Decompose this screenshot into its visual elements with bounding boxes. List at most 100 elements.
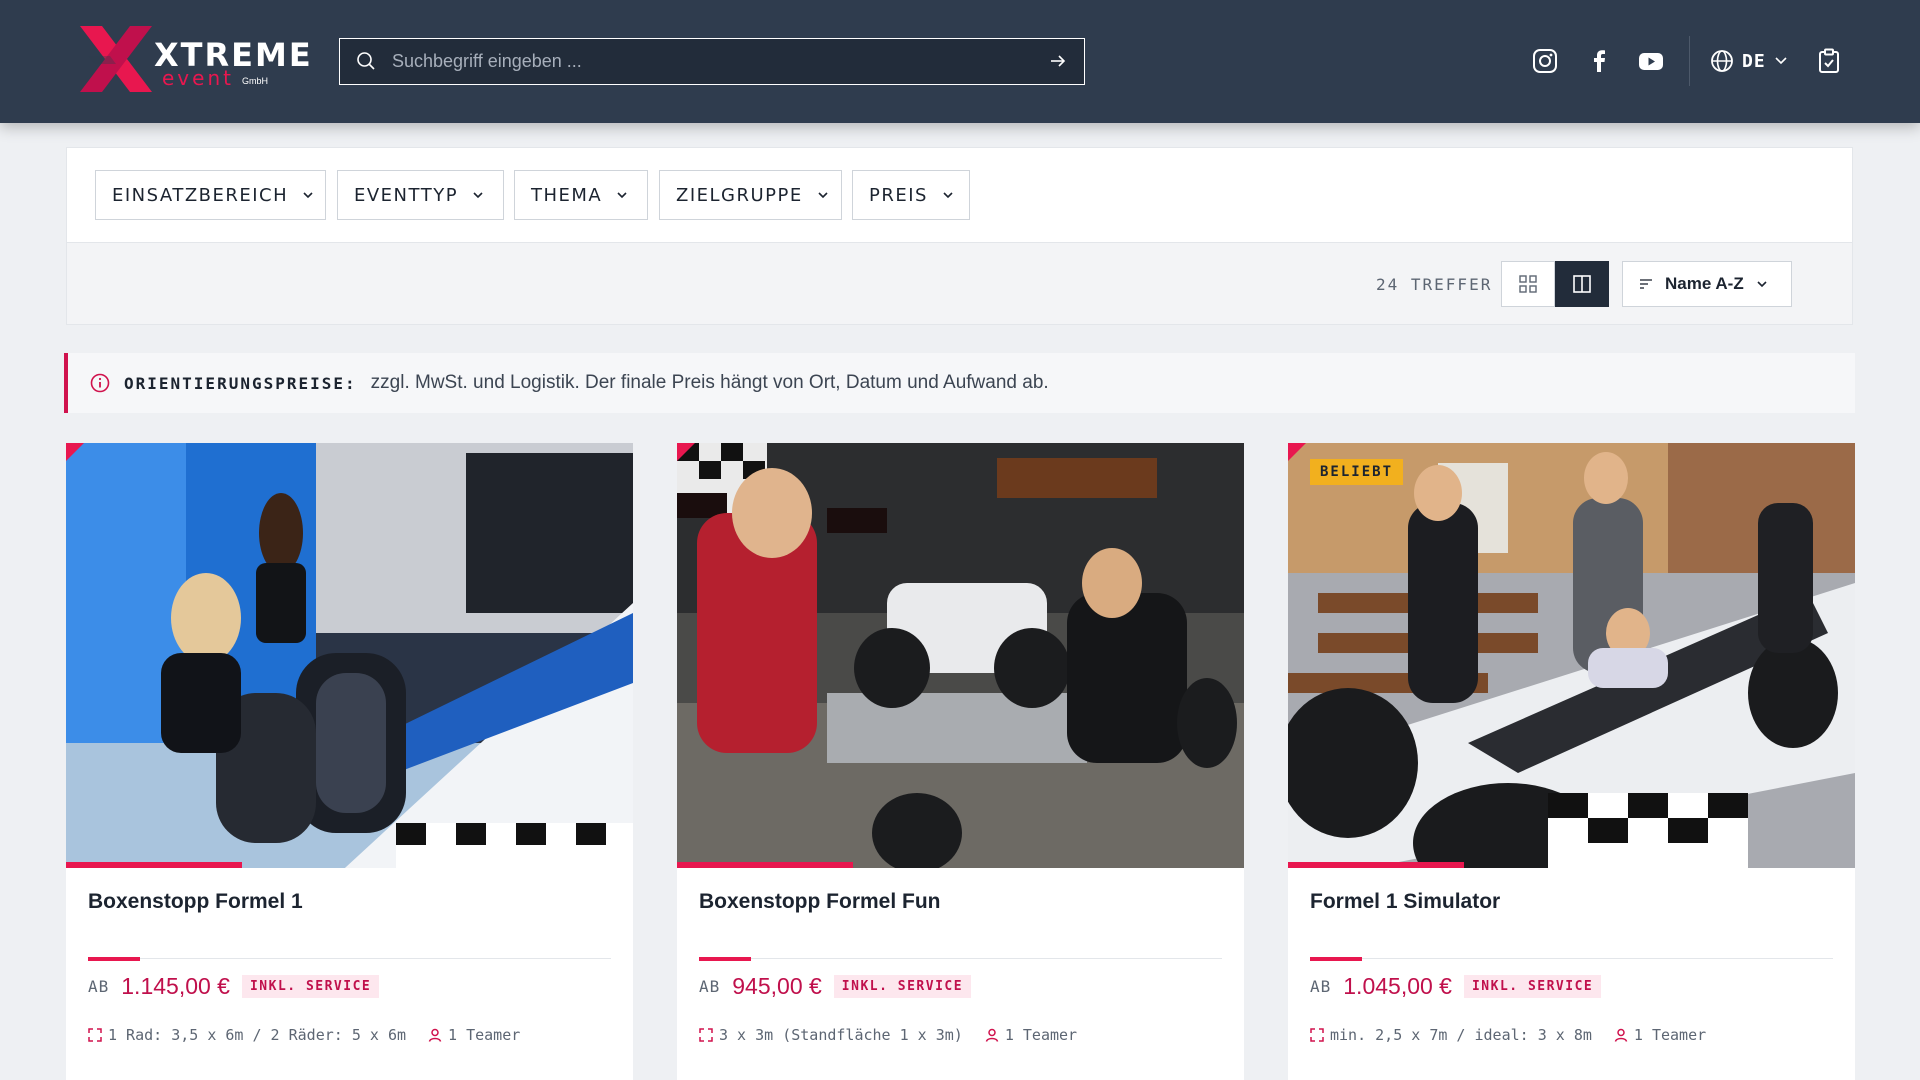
chevron-down-icon bbox=[1775, 57, 1787, 65]
filter-label: THEMA bbox=[531, 184, 603, 206]
image-accent-bar bbox=[677, 862, 853, 868]
results-count: 24 TREFFER bbox=[1376, 275, 1493, 294]
filter-zielgruppe[interactable]: ZIELGRUPPE bbox=[659, 170, 842, 220]
spec-teamer: 1 Teamer bbox=[448, 1026, 521, 1044]
area-icon bbox=[88, 1028, 102, 1042]
logo-subword: event bbox=[162, 66, 234, 90]
service-badge: INKL. SERVICE bbox=[241, 975, 380, 998]
image-accent-bar bbox=[66, 862, 242, 868]
filter-label: PREIS bbox=[869, 184, 928, 206]
price-info-notice: ORIENTIERUNGSPREISE: zzgl. MwSt. und Log… bbox=[64, 353, 1855, 413]
logo-x-mark bbox=[80, 26, 152, 92]
person-icon bbox=[985, 1028, 999, 1042]
globe-icon bbox=[1711, 50, 1733, 72]
divider bbox=[88, 958, 611, 959]
filter-label: EVENTTYP bbox=[354, 184, 459, 206]
search-bar bbox=[339, 38, 1085, 85]
sort-label: Name A-Z bbox=[1665, 274, 1744, 293]
spec-row: min. 2,5 x 7m / ideal: 3 x 8m 1 Teamer bbox=[1310, 1026, 1706, 1044]
chevron-down-icon bbox=[943, 192, 953, 199]
divider bbox=[699, 958, 1222, 959]
spec-size: 1 Rad: 3,5 x 6m / 2 Räder: 5 x 6m bbox=[108, 1026, 407, 1044]
info-label: ORIENTIERUNGSPREISE: bbox=[124, 373, 357, 393]
filter-thema[interactable]: THEMA bbox=[514, 170, 648, 220]
product-photo bbox=[677, 443, 1244, 868]
product-image[interactable]: BELIEBT bbox=[1288, 443, 1855, 868]
spec-size: min. 2,5 x 7m / ideal: 3 x 8m bbox=[1330, 1026, 1592, 1044]
columns-icon bbox=[1573, 275, 1591, 293]
filter-eventtyp[interactable]: EVENTTYP bbox=[337, 170, 504, 220]
product-image[interactable] bbox=[677, 443, 1244, 868]
price-row: AB 1.145,00 € INKL. SERVICE bbox=[88, 973, 380, 1000]
search-icon bbox=[357, 52, 375, 70]
facebook-icon[interactable] bbox=[1586, 48, 1612, 74]
chevron-down-icon bbox=[617, 192, 627, 199]
logo-suffix: GmbH bbox=[242, 76, 269, 86]
brand-logo[interactable]: XTREME event GmbH bbox=[80, 26, 311, 96]
grid-view-button[interactable] bbox=[1501, 261, 1555, 307]
spec-teamer: 1 Teamer bbox=[1633, 1026, 1707, 1044]
spec-row: 3 x 3m (Standfläche 1 x 3m) 1 Teamer bbox=[699, 1026, 1077, 1044]
corner-accent bbox=[677, 443, 695, 461]
instagram-icon[interactable] bbox=[1532, 48, 1558, 74]
grid-icon bbox=[1519, 275, 1537, 293]
product-photo bbox=[1288, 443, 1855, 868]
product-photo bbox=[66, 443, 633, 868]
price-value: 1.145,00 € bbox=[121, 973, 230, 999]
sort-icon bbox=[1640, 279, 1652, 289]
chevron-down-icon bbox=[303, 192, 313, 199]
info-text: zzgl. MwSt. und Logistik. Der finale Pre… bbox=[370, 372, 1049, 393]
youtube-icon[interactable] bbox=[1638, 48, 1664, 74]
sort-select[interactable]: Name A-Z bbox=[1622, 261, 1792, 307]
price-prefix: AB bbox=[88, 977, 110, 996]
filter-einsatzbereich[interactable]: EINSATZBEREICH bbox=[95, 170, 326, 220]
search-input[interactable] bbox=[392, 39, 1012, 83]
info-icon bbox=[90, 373, 110, 393]
chevron-down-icon bbox=[473, 192, 483, 199]
service-badge: INKL. SERVICE bbox=[1463, 975, 1602, 998]
product-card[interactable]: Boxenstopp Formel 1 AB 1.145,00 € INKL. … bbox=[66, 443, 633, 1080]
column-view-button[interactable] bbox=[1555, 261, 1609, 307]
language-code: DE bbox=[1742, 50, 1766, 72]
filter-label: ZIELGRUPPE bbox=[676, 184, 803, 206]
price-value: 1.045,00 € bbox=[1343, 973, 1452, 999]
divider-accent bbox=[1310, 957, 1362, 961]
divider bbox=[1310, 958, 1833, 959]
product-card[interactable]: Boxenstopp Formel Fun AB 945,00 € INKL. … bbox=[677, 443, 1244, 1080]
price-value: 945,00 € bbox=[732, 973, 822, 999]
chevron-down-icon bbox=[1757, 281, 1767, 288]
service-badge: INKL. SERVICE bbox=[833, 975, 972, 998]
spec-teamer: 1 Teamer bbox=[1004, 1026, 1078, 1044]
filter-panel: EINSATZBEREICH EVENTTYP THEMA ZIELGRUPPE… bbox=[66, 147, 1853, 243]
product-title[interactable]: Boxenstopp Formel Fun bbox=[699, 890, 941, 914]
popular-badge: BELIEBT bbox=[1310, 459, 1404, 485]
product-card[interactable]: BELIEBT Formel 1 Simulator AB 1.045,00 €… bbox=[1288, 443, 1855, 1080]
divider-accent bbox=[88, 957, 140, 961]
results-toolbar: 24 TREFFER Name A-Z bbox=[66, 243, 1853, 325]
person-icon bbox=[1614, 1028, 1628, 1042]
area-icon bbox=[1310, 1028, 1324, 1042]
price-row: AB 945,00 € INKL. SERVICE bbox=[699, 973, 972, 1000]
product-title[interactable]: Boxenstopp Formel 1 bbox=[88, 890, 303, 914]
corner-accent bbox=[1288, 443, 1306, 461]
filter-preis[interactable]: PREIS bbox=[852, 170, 970, 220]
divider-accent bbox=[699, 957, 751, 961]
clipboard-icon[interactable] bbox=[1816, 48, 1842, 74]
area-icon bbox=[699, 1028, 713, 1042]
chevron-down-icon bbox=[818, 192, 828, 199]
image-accent-bar bbox=[1288, 862, 1464, 868]
header-divider bbox=[1689, 36, 1690, 86]
filter-label: EINSATZBEREICH bbox=[112, 184, 289, 206]
language-selector[interactable]: DE bbox=[1710, 48, 1788, 74]
person-icon bbox=[428, 1028, 442, 1042]
spec-size: 3 x 3m (Standfläche 1 x 3m) bbox=[719, 1026, 963, 1044]
corner-accent bbox=[66, 443, 84, 461]
arrow-right-icon[interactable] bbox=[1048, 51, 1068, 71]
price-row: AB 1.045,00 € INKL. SERVICE bbox=[1310, 973, 1602, 1000]
price-prefix: AB bbox=[699, 977, 721, 996]
product-image[interactable] bbox=[66, 443, 633, 868]
site-header: XTREME event GmbH DE bbox=[0, 0, 1920, 123]
price-prefix: AB bbox=[1310, 977, 1332, 996]
spec-row: 1 Rad: 3,5 x 6m / 2 Räder: 5 x 6m 1 Team… bbox=[88, 1026, 520, 1044]
product-title[interactable]: Formel 1 Simulator bbox=[1310, 890, 1500, 914]
